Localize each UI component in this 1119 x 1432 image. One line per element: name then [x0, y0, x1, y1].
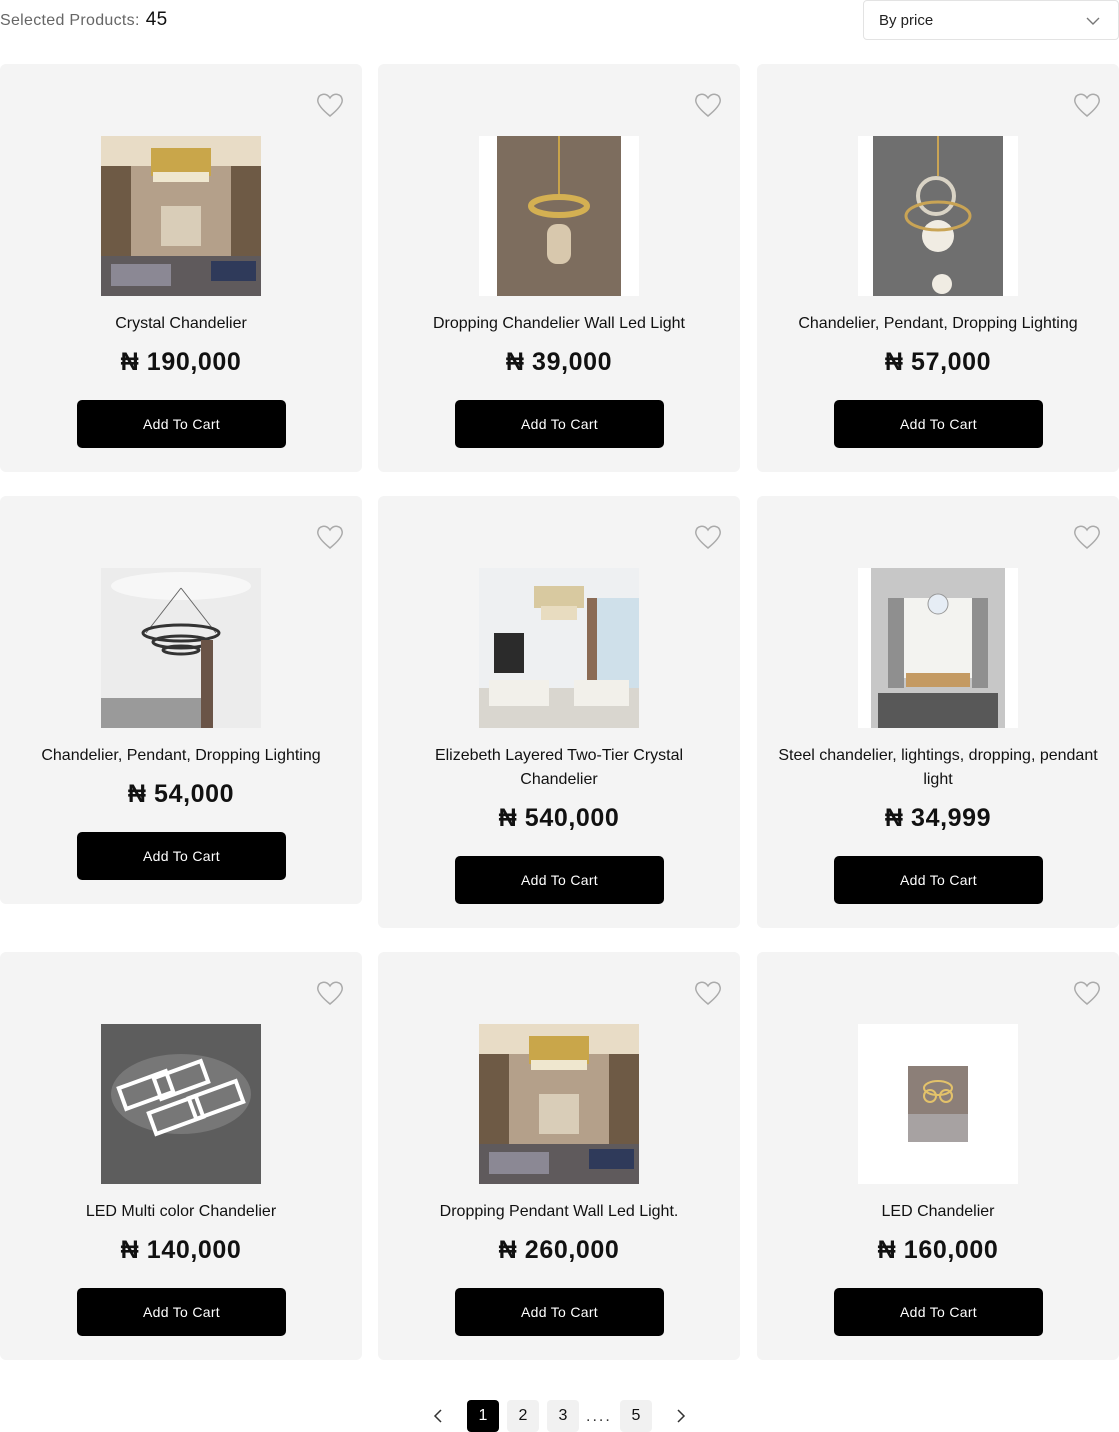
product-name[interactable]: Dropping Pendant Wall Led Light. — [398, 1200, 720, 1224]
product-name[interactable]: LED Multi color Chandelier — [20, 1200, 342, 1224]
chevron-left-icon[interactable] — [431, 1408, 447, 1424]
add-to-cart-button[interactable]: Add To Cart — [455, 400, 664, 448]
product-price: ₦ 160,000 — [877, 1236, 999, 1264]
selected-products-label: Selected Products: — [0, 12, 140, 29]
product-name[interactable]: Dropping Chandelier Wall Led Light — [398, 312, 720, 336]
product-card[interactable]: Steel chandelier, lightings, dropping, p… — [757, 496, 1119, 928]
product-card[interactable]: Chandelier, Pendant, Dropping Lighting ₦… — [0, 496, 362, 904]
product-card[interactable]: Elizebeth Layered Two-Tier Crystal Chand… — [378, 496, 740, 928]
product-name[interactable]: Chandelier, Pendant, Dropping Lighting — [20, 744, 342, 768]
heart-icon[interactable] — [316, 980, 344, 1006]
product-price: ₦ 540,000 — [498, 804, 620, 832]
heart-icon[interactable] — [694, 980, 722, 1006]
add-to-cart-button[interactable]: Add To Cart — [834, 400, 1043, 448]
product-name[interactable]: LED Chandelier — [777, 1200, 1099, 1224]
add-to-cart-button[interactable]: Add To Cart — [77, 400, 286, 448]
add-to-cart-button[interactable]: Add To Cart — [77, 1288, 286, 1336]
toolbar: Selected Products: 45 By price — [0, 0, 1119, 40]
product-image[interactable] — [479, 1024, 639, 1184]
heart-icon[interactable] — [316, 524, 344, 550]
product-price: ₦ 190,000 — [120, 348, 242, 376]
product-image[interactable] — [101, 136, 261, 296]
product-image[interactable] — [101, 1024, 261, 1184]
product-price: ₦ 140,000 — [120, 1236, 242, 1264]
product-card[interactable]: Crystal Chandelier ₦ 190,000 Add To Cart — [0, 64, 362, 472]
add-to-cart-button[interactable]: Add To Cart — [455, 856, 664, 904]
product-price: ₦ 39,000 — [505, 348, 613, 376]
page-ellipsis: .... — [586, 1408, 612, 1425]
product-image[interactable] — [479, 568, 639, 728]
product-image[interactable] — [101, 568, 261, 728]
product-price: ₦ 260,000 — [498, 1236, 620, 1264]
product-image[interactable] — [858, 1024, 1018, 1184]
product-name[interactable]: Steel chandelier, lightings, dropping, p… — [777, 744, 1099, 792]
heart-icon[interactable] — [316, 92, 344, 118]
page-button-1[interactable]: 1 — [467, 1400, 499, 1432]
heart-icon[interactable] — [1073, 980, 1101, 1006]
add-to-cart-button[interactable]: Add To Cart — [455, 1288, 664, 1336]
add-to-cart-button[interactable]: Add To Cart — [834, 1288, 1043, 1336]
sort-select-value: By price — [879, 12, 934, 29]
add-to-cart-button[interactable]: Add To Cart — [77, 832, 286, 880]
product-name[interactable]: Crystal Chandelier — [20, 312, 342, 336]
product-image[interactable] — [858, 568, 1018, 728]
page-button-3[interactable]: 3 — [547, 1400, 579, 1432]
product-image[interactable] — [858, 136, 1018, 296]
page-button-2[interactable]: 2 — [507, 1400, 539, 1432]
product-card[interactable]: Dropping Chandelier Wall Led Light ₦ 39,… — [378, 64, 740, 472]
chevron-right-icon[interactable] — [672, 1408, 688, 1424]
heart-icon[interactable] — [1073, 524, 1101, 550]
product-card[interactable]: Dropping Pendant Wall Led Light. ₦ 260,0… — [378, 952, 740, 1360]
chevron-down-icon — [1086, 17, 1100, 25]
heart-icon[interactable] — [1073, 92, 1101, 118]
product-price: ₦ 34,999 — [884, 804, 992, 832]
product-name[interactable]: Chandelier, Pendant, Dropping Lighting — [777, 312, 1099, 336]
add-to-cart-button[interactable]: Add To Cart — [834, 856, 1043, 904]
product-price: ₦ 57,000 — [884, 348, 992, 376]
pagination: 1 2 3 .... 5 — [0, 1400, 1119, 1432]
page-button-5[interactable]: 5 — [620, 1400, 652, 1432]
product-card[interactable]: LED Chandelier ₦ 160,000 Add To Cart — [757, 952, 1119, 1360]
sort-select[interactable]: By price — [863, 0, 1119, 40]
selected-products-count: 45 — [145, 9, 168, 30]
selected-products: Selected Products: 45 — [0, 9, 167, 31]
heart-icon[interactable] — [694, 92, 722, 118]
product-name[interactable]: Elizebeth Layered Two-Tier Crystal Chand… — [398, 744, 720, 792]
product-card[interactable]: LED Multi color Chandelier ₦ 140,000 Add… — [0, 952, 362, 1360]
heart-icon[interactable] — [694, 524, 722, 550]
product-card[interactable]: Chandelier, Pendant, Dropping Lighting ₦… — [757, 64, 1119, 472]
product-price: ₦ 54,000 — [127, 780, 235, 808]
product-image[interactable] — [479, 136, 639, 296]
